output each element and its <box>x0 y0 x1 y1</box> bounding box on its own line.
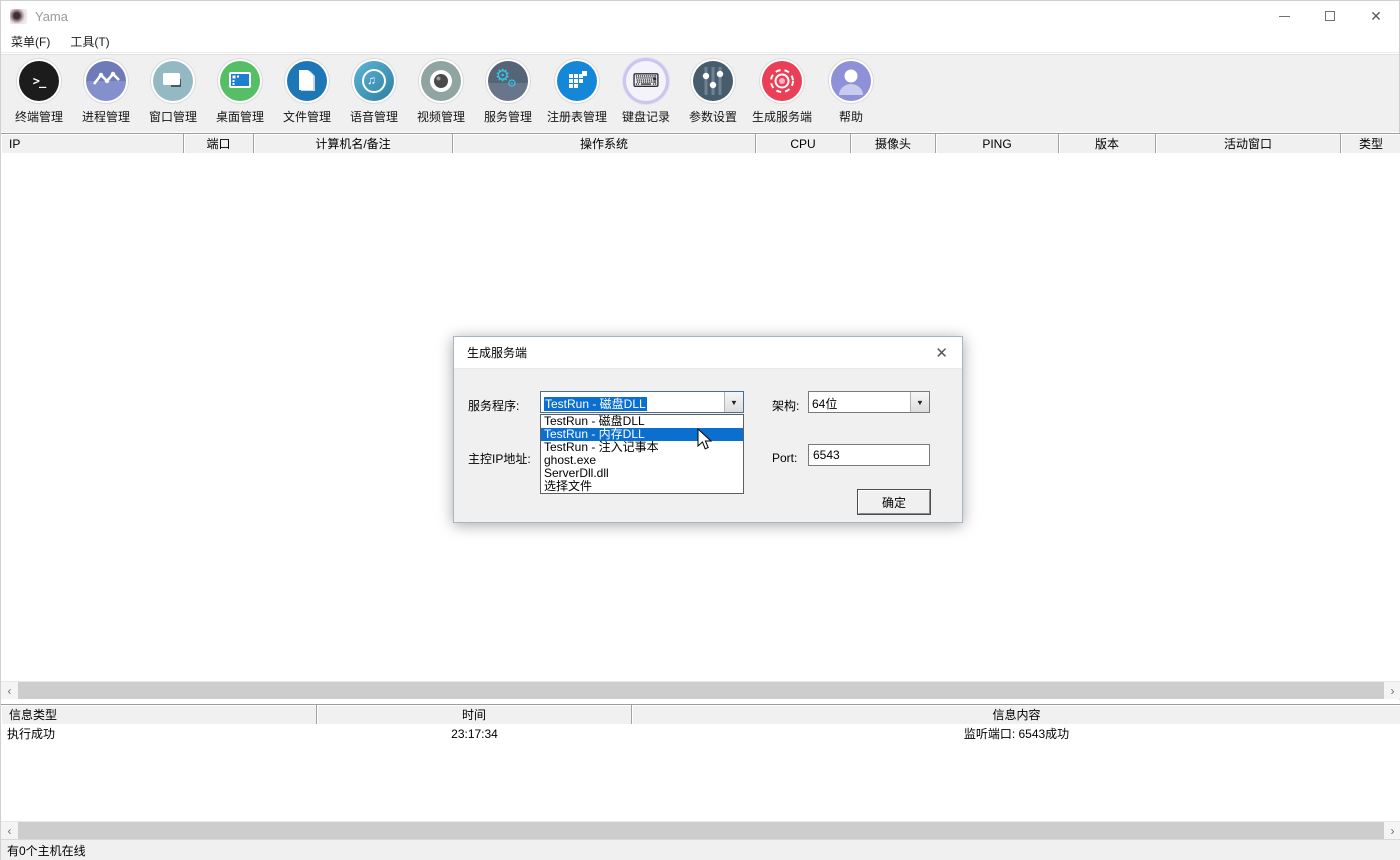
architecture-label: 架构: <box>772 397 799 414</box>
dropdown-option-serverdll[interactable]: ServerDll.dll <box>541 467 743 480</box>
toolbar-item-registry[interactable]: 注册表管理 <box>547 61 607 125</box>
column-header-version[interactable]: 版本 <box>1059 134 1156 154</box>
column-header-message-type[interactable]: 信息类型 <box>1 705 317 725</box>
close-icon: ✕ <box>935 344 948 362</box>
app-title: Yama <box>35 9 68 24</box>
file-icon <box>287 61 327 101</box>
chevron-down-icon: ▼ <box>916 398 924 406</box>
dropdown-option-choose-file[interactable]: 选择文件 <box>541 480 743 493</box>
chevron-down-icon: ▼ <box>730 398 738 406</box>
person-icon <box>831 61 871 101</box>
terminal-icon: >_ <box>19 61 59 101</box>
column-header-ping[interactable]: PING <box>936 134 1059 154</box>
log-cell-time: 23:17:34 <box>317 724 632 743</box>
gears-icon: ⚙⚙ <box>488 61 528 101</box>
ok-button[interactable]: 确定 <box>858 490 930 514</box>
host-table-header: IP 端口 计算机名/备注 操作系统 CPU 摄像头 PING 版本 活动窗口 … <box>1 133 1400 153</box>
column-header-ip[interactable]: IP <box>1 134 184 154</box>
scroll-right-icon[interactable]: › <box>1384 682 1400 699</box>
column-header-message-content[interactable]: 信息内容 <box>632 705 1400 725</box>
sliders-icon <box>693 61 733 101</box>
dropdown-option-disk-dll[interactable]: TestRun - 磁盘DLL <box>541 415 743 428</box>
column-header-port[interactable]: 端口 <box>184 134 254 154</box>
camera-lens-icon <box>421 61 461 101</box>
maximize-icon <box>1325 11 1335 21</box>
target-icon <box>762 61 802 101</box>
scroll-right-icon[interactable]: › <box>1384 822 1400 839</box>
service-program-value: TestRun - 磁盘DLL <box>544 397 647 411</box>
app-icon <box>10 9 27 24</box>
windows-icon <box>153 61 193 101</box>
log-cell-content: 监听端口: 6543成功 <box>632 724 1400 743</box>
close-button[interactable]: ✕ <box>1353 1 1399 31</box>
scroll-left-icon[interactable]: ‹ <box>1 822 18 839</box>
architecture-dropdown-button[interactable]: ▼ <box>910 392 929 412</box>
column-header-active-window[interactable]: 活动窗口 <box>1156 134 1341 154</box>
controller-ip-label: 主控IP地址: <box>468 450 531 467</box>
title-bar: Yama ✕ <box>1 1 1399 31</box>
toolbar-item-settings[interactable]: 参数设置 <box>685 61 741 125</box>
keyboard-icon: ⌨ <box>626 61 666 101</box>
architecture-combobox[interactable]: 64位 ▼ <box>808 391 930 413</box>
toolbar-item-terminal[interactable]: >_ 终端管理 <box>11 61 67 125</box>
dialog-title-bar: 生成服务端 ✕ <box>454 337 962 369</box>
minimize-button[interactable] <box>1261 1 1307 31</box>
column-header-webcam[interactable]: 摄像头 <box>851 134 936 154</box>
service-program-combobox[interactable]: TestRun - 磁盘DLL ▼ <box>540 391 744 413</box>
toolbar-item-process[interactable]: 进程管理 <box>78 61 134 125</box>
log-list-hscrollbar[interactable]: ‹ › <box>1 821 1400 839</box>
toolbar-item-file[interactable]: 文件管理 <box>279 61 335 125</box>
column-header-time[interactable]: 时间 <box>317 705 632 725</box>
toolbar-item-audio[interactable]: ♫ 语音管理 <box>346 61 402 125</box>
log-cell-type: 执行成功 <box>1 724 317 743</box>
status-bar: 有0个主机在线 <box>1 839 1400 860</box>
scrollbar-thumb[interactable] <box>18 682 1384 699</box>
service-program-label: 服务程序: <box>468 397 519 414</box>
maximize-button[interactable] <box>1307 1 1353 31</box>
log-list-area <box>1 743 1400 821</box>
port-label: Port: <box>772 451 797 465</box>
close-icon: ✕ <box>1370 9 1382 23</box>
audio-icon: ♫ <box>354 61 394 101</box>
toolbar-item-desktop[interactable]: 桌面管理 <box>212 61 268 125</box>
toolbar: >_ 终端管理 进程管理 窗口管理 桌面管理 <box>1 54 1399 132</box>
toolbar-item-window[interactable]: 窗口管理 <box>145 61 201 125</box>
scroll-left-icon[interactable]: ‹ <box>1 682 18 699</box>
menu-item-menu[interactable]: 菜单(F) <box>1 31 60 53</box>
menu-item-tools[interactable]: 工具(T) <box>60 31 119 53</box>
log-row[interactable]: 执行成功 23:17:34 监听端口: 6543成功 <box>1 724 1400 743</box>
toolbar-item-video[interactable]: 视频管理 <box>413 61 469 125</box>
dialog-close-button[interactable]: ✕ <box>935 337 948 369</box>
host-list-hscrollbar[interactable]: ‹ › <box>1 681 1400 699</box>
column-header-computer-name[interactable]: 计算机名/备注 <box>254 134 453 154</box>
menu-bar: 菜单(F) 工具(T) <box>1 31 1399 53</box>
toolbar-item-build-server[interactable]: 生成服务端 <box>752 61 812 125</box>
architecture-value: 64位 <box>809 392 910 412</box>
dropdown-option-ghost-exe[interactable]: ghost.exe <box>541 454 743 467</box>
column-header-os[interactable]: 操作系统 <box>453 134 756 154</box>
service-dropdown-button[interactable]: ▼ <box>724 392 743 412</box>
registry-grid-icon <box>557 61 597 101</box>
minimize-icon <box>1279 16 1290 17</box>
toolbar-item-service[interactable]: ⚙⚙ 服务管理 <box>480 61 536 125</box>
log-table-header: 信息类型 时间 信息内容 <box>1 705 1400 724</box>
toolbar-item-keylogger[interactable]: ⌨ 键盘记录 <box>618 61 674 125</box>
activity-icon <box>86 61 126 101</box>
toolbar-item-help[interactable]: 帮助 <box>823 61 879 125</box>
dialog-title: 生成服务端 <box>467 344 527 361</box>
port-input[interactable] <box>808 444 930 466</box>
column-header-cpu[interactable]: CPU <box>756 134 851 154</box>
online-hosts-status: 有0个主机在线 <box>7 842 86 859</box>
desktop-icon <box>220 61 260 101</box>
column-header-type[interactable]: 类型 <box>1341 134 1400 154</box>
mouse-cursor-icon <box>695 428 715 455</box>
app-window: Yama ✕ 菜单(F) 工具(T) >_ 终端管理 进程管理 窗口管 <box>0 0 1400 860</box>
scrollbar-thumb[interactable] <box>18 822 1384 839</box>
